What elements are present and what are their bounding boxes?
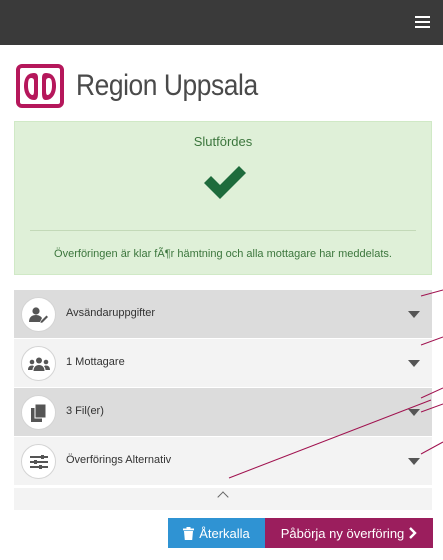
- users-icon: [21, 346, 56, 381]
- success-alert: Slutfördes Överföringen är klar fÃ¶r häm…: [14, 121, 432, 275]
- chevron-down-icon[interactable]: [408, 409, 420, 416]
- transfer-sections: Avsändaruppgifter 1 Mottagare 3 Fil(er): [14, 290, 432, 486]
- section-recipients[interactable]: 1 Mottagare: [14, 339, 432, 388]
- section-sender[interactable]: Avsändaruppgifter: [14, 290, 432, 339]
- section-label: 1 Mottagare: [66, 356, 125, 368]
- recall-button[interactable]: Återkalla: [168, 518, 265, 548]
- chevron-up-icon[interactable]: [217, 491, 229, 503]
- recall-button-label: Återkalla: [199, 525, 250, 541]
- new-transfer-button[interactable]: Påbörja ny överföring: [265, 518, 433, 548]
- section-options[interactable]: Överförings Alternativ: [14, 437, 432, 486]
- section-label: 3 Fil(er): [66, 405, 104, 417]
- logo-text: Region Uppsala: [76, 69, 258, 102]
- checkmark-icon: [204, 166, 246, 199]
- new-transfer-button-label: Påbörja ny överföring: [280, 525, 405, 541]
- section-label: Överförings Alternativ: [66, 454, 172, 466]
- sliders-icon: [21, 444, 56, 479]
- user-edit-icon: [21, 297, 56, 332]
- chevron-down-icon[interactable]: [408, 360, 420, 367]
- section-label: Avsändaruppgifter: [66, 307, 156, 319]
- chevron-down-icon[interactable]: [408, 311, 420, 318]
- region-uppsala-logo[interactable]: Region Uppsala: [16, 62, 282, 110]
- region-uppsala-logo-icon: [16, 64, 64, 108]
- status-divider: [30, 230, 416, 231]
- files-icon: [21, 395, 56, 430]
- chevron-right-icon: [409, 527, 417, 539]
- status-message: Överföringen är klar fÃ¶r hämtning och a…: [54, 248, 392, 260]
- top-navbar: [0, 0, 443, 45]
- trash-icon: [183, 526, 195, 540]
- hamburger-icon[interactable]: [415, 16, 430, 28]
- collapse-toggle[interactable]: [14, 488, 432, 510]
- chevron-down-icon[interactable]: [408, 458, 420, 465]
- status-title: Slutfördes: [193, 134, 253, 149]
- section-files[interactable]: 3 Fil(er): [14, 388, 432, 437]
